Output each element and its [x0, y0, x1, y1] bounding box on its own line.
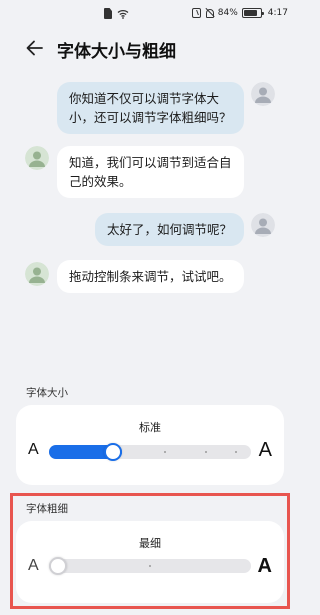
slider-tick: [164, 451, 166, 453]
font-size-small-a: A: [28, 441, 39, 458]
message-line: 小，还可以调节字体粗细吗？: [69, 110, 232, 125]
avatar-me: [251, 82, 275, 106]
status-bar: 84% 4:17: [0, 0, 300, 28]
font-size-label: 字体大小: [26, 387, 68, 399]
avatar-person-icon: [251, 82, 275, 106]
chat-bubble-other: 拖动控制条来调节，试试吧。: [57, 260, 244, 293]
status-left: [104, 8, 129, 19]
sim-icon: [104, 8, 112, 19]
status-right: 84% 4:17: [191, 8, 288, 18]
message-line: 知道，我们可以调节到适合自: [69, 155, 232, 170]
message-line: 你知道不仅可以调节字体大: [69, 91, 220, 106]
avatar-person-icon: [25, 146, 49, 170]
battery-icon: [241, 8, 264, 18]
font-size-slider-thumb[interactable]: [104, 443, 122, 461]
message-line: 太好了，如何调节呢？: [107, 222, 233, 237]
message-line: 己的效果。: [69, 174, 132, 189]
font-size-large-a: A: [258, 439, 272, 461]
slider-tick: [205, 451, 207, 453]
header: 字体大小与粗细: [0, 34, 300, 62]
slider-tick: [235, 451, 237, 453]
message-line: 拖动控制条来调节，试试吧。: [69, 269, 232, 284]
chat-bubble-me: 太好了，如何调节呢？: [95, 213, 244, 246]
back-arrow-icon: [26, 40, 43, 56]
nfc-icon: [191, 8, 201, 18]
mute-icon: [205, 8, 214, 18]
chat-bubble-me: 你知道不仅可以调节字体大 小，还可以调节字体粗细吗？: [57, 82, 244, 134]
font-size-card: 标准 A A: [16, 405, 284, 485]
status-time: 4:17: [267, 8, 288, 18]
avatar-other: [25, 262, 49, 286]
avatar-other: [25, 146, 49, 170]
page-title: 字体大小与粗细: [57, 42, 176, 62]
highlight-box: [10, 493, 290, 609]
wifi-icon: [117, 9, 129, 19]
battery-level: [243, 10, 258, 16]
chat-bubble-other: 知道，我们可以调节到适合自 己的效果。: [57, 146, 244, 198]
avatar-person-icon: [251, 213, 275, 237]
avatar-person-icon: [25, 262, 49, 286]
font-size-slider[interactable]: [49, 443, 251, 461]
back-button[interactable]: [24, 37, 46, 59]
font-size-value: 标准: [139, 421, 161, 434]
battery-percent: 84%: [217, 8, 238, 18]
avatar-me: [251, 213, 275, 237]
